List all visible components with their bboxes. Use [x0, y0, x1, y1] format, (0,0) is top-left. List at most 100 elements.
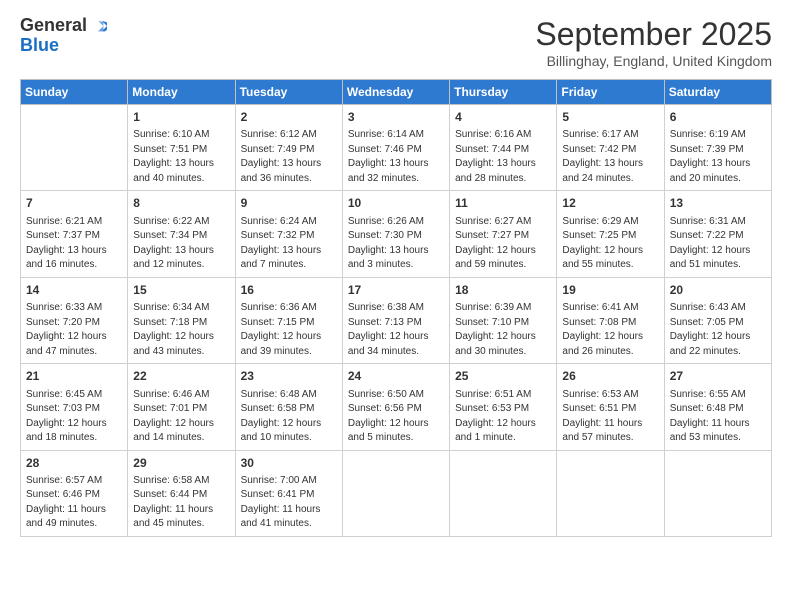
calendar-cell: 30Sunrise: 7:00 AMSunset: 6:41 PMDayligh…: [235, 450, 342, 536]
cell-info: Sunset: 7:15 PM: [241, 316, 337, 331]
day-number: 1: [133, 109, 229, 126]
cell-info: Sunrise: 6:24 AM: [241, 215, 337, 230]
col-thursday: Thursday: [450, 80, 557, 105]
calendar-cell: 12Sunrise: 6:29 AMSunset: 7:25 PMDayligh…: [557, 191, 664, 277]
col-tuesday: Tuesday: [235, 80, 342, 105]
cell-info: and 7 minutes.: [241, 258, 337, 273]
cell-info: Sunrise: 6:19 AM: [670, 128, 766, 143]
cell-info: and 16 minutes.: [26, 258, 122, 273]
day-number: 24: [348, 368, 444, 385]
cell-info: Daylight: 13 hours: [241, 157, 337, 172]
cell-info: Sunrise: 6:38 AM: [348, 301, 444, 316]
cell-info: and 28 minutes.: [455, 172, 551, 187]
cell-info: Sunrise: 6:48 AM: [241, 388, 337, 403]
cell-info: and 22 minutes.: [670, 345, 766, 360]
col-wednesday: Wednesday: [342, 80, 449, 105]
cell-info: Sunrise: 6:10 AM: [133, 128, 229, 143]
cell-info: Sunset: 7:25 PM: [562, 229, 658, 244]
day-number: 27: [670, 368, 766, 385]
calendar-cell: 8Sunrise: 6:22 AMSunset: 7:34 PMDaylight…: [128, 191, 235, 277]
day-number: 8: [133, 195, 229, 212]
calendar-cell: 26Sunrise: 6:53 AMSunset: 6:51 PMDayligh…: [557, 364, 664, 450]
cell-info: Sunrise: 6:21 AM: [26, 215, 122, 230]
cell-info: and 18 minutes.: [26, 431, 122, 446]
calendar-cell: 1Sunrise: 6:10 AMSunset: 7:51 PMDaylight…: [128, 105, 235, 191]
cell-info: Sunrise: 7:00 AM: [241, 474, 337, 489]
calendar-cell: 28Sunrise: 6:57 AMSunset: 6:46 PMDayligh…: [21, 450, 128, 536]
cell-info: Daylight: 11 hours: [562, 417, 658, 432]
day-number: 7: [26, 195, 122, 212]
day-number: 18: [455, 282, 551, 299]
day-number: 3: [348, 109, 444, 126]
cell-info: Sunrise: 6:51 AM: [455, 388, 551, 403]
cell-info: and 40 minutes.: [133, 172, 229, 187]
cell-info: Daylight: 13 hours: [133, 244, 229, 259]
cell-info: Sunrise: 6:33 AM: [26, 301, 122, 316]
cell-info: Daylight: 12 hours: [670, 330, 766, 345]
cell-info: Sunrise: 6:36 AM: [241, 301, 337, 316]
calendar-cell: 20Sunrise: 6:43 AMSunset: 7:05 PMDayligh…: [664, 277, 771, 363]
day-number: 26: [562, 368, 658, 385]
cell-info: Daylight: 11 hours: [670, 417, 766, 432]
calendar-cell: 18 Sunrise: 6:39 AMSunset: 7:10 PMDayligh…: [450, 277, 557, 363]
day-number: 25: [455, 368, 551, 385]
cell-info: Daylight: 12 hours: [26, 330, 122, 345]
cell-info: Sunset: 7:10 PM: [455, 316, 551, 331]
cell-info: Daylight: 12 hours: [455, 330, 551, 345]
cell-info: and 3 minutes.: [348, 258, 444, 273]
calendar-cell: 2Sunrise: 6:12 AMSunset: 7:49 PMDaylight…: [235, 105, 342, 191]
calendar-cell: 19Sunrise: 6:41 AMSunset: 7:08 PMDayligh…: [557, 277, 664, 363]
day-number: 10: [348, 195, 444, 212]
cell-info: and 12 minutes.: [133, 258, 229, 273]
month-title: September 2025: [535, 16, 772, 53]
cell-info: and 32 minutes.: [348, 172, 444, 187]
calendar-week-4: 21Sunrise: 6:45 AMSunset: 7:03 PMDayligh…: [21, 364, 772, 450]
col-friday: Friday: [557, 80, 664, 105]
cell-info: and 36 minutes.: [241, 172, 337, 187]
calendar-table: Sunday Monday Tuesday Wednesday Thursday…: [20, 79, 772, 537]
cell-info: and 24 minutes.: [562, 172, 658, 187]
calendar-cell: 13Sunrise: 6:31 AMSunset: 7:22 PMDayligh…: [664, 191, 771, 277]
cell-info: Sunrise: 6:12 AM: [241, 128, 337, 143]
cell-info: Daylight: 13 hours: [562, 157, 658, 172]
cell-info: and 34 minutes.: [348, 345, 444, 360]
day-number: 28: [26, 455, 122, 472]
cell-info: Sunrise: 6:31 AM: [670, 215, 766, 230]
cell-info: and 59 minutes.: [455, 258, 551, 273]
calendar-cell: 24Sunrise: 6:50 AMSunset: 6:56 PMDayligh…: [342, 364, 449, 450]
cell-info: Daylight: 12 hours: [455, 244, 551, 259]
cell-info: Sunrise: 6:16 AM: [455, 128, 551, 143]
calendar-week-2: 7Sunrise: 6:21 AMSunset: 7:37 PMDaylight…: [21, 191, 772, 277]
calendar-week-1: 1Sunrise: 6:10 AMSunset: 7:51 PMDaylight…: [21, 105, 772, 191]
day-number: 11: [455, 195, 551, 212]
day-number: 6: [670, 109, 766, 126]
calendar-cell: 9Sunrise: 6:24 AMSunset: 7:32 PMDaylight…: [235, 191, 342, 277]
cell-info: Sunset: 7:30 PM: [348, 229, 444, 244]
calendar-cell: 4Sunrise: 6:16 AMSunset: 7:44 PMDaylight…: [450, 105, 557, 191]
day-number: 2: [241, 109, 337, 126]
cell-info: and 39 minutes.: [241, 345, 337, 360]
calendar-cell: [557, 450, 664, 536]
cell-info: Sunset: 7:18 PM: [133, 316, 229, 331]
cell-info: and 10 minutes.: [241, 431, 337, 446]
cell-info: and 47 minutes.: [26, 345, 122, 360]
calendar-cell: [21, 105, 128, 191]
cell-info: Daylight: 12 hours: [348, 417, 444, 432]
cell-info: Sunrise: 6:46 AM: [133, 388, 229, 403]
cell-info: Daylight: 12 hours: [348, 330, 444, 345]
cell-info: Daylight: 12 hours: [241, 417, 337, 432]
cell-info: Sunrise: 6:17 AM: [562, 128, 658, 143]
day-number: 12: [562, 195, 658, 212]
cell-info: Sunset: 7:03 PM: [26, 402, 122, 417]
calendar-cell: 10Sunrise: 6:26 AMSunset: 7:30 PMDayligh…: [342, 191, 449, 277]
calendar-cell: 25Sunrise: 6:51 AMSunset: 6:53 PMDayligh…: [450, 364, 557, 450]
calendar-cell: 22Sunrise: 6:46 AMSunset: 7:01 PMDayligh…: [128, 364, 235, 450]
day-number: 9: [241, 195, 337, 212]
cell-info: Sunset: 7:01 PM: [133, 402, 229, 417]
cell-info: Sunrise: 6:39 AM: [455, 301, 551, 316]
cell-info: Sunset: 7:34 PM: [133, 229, 229, 244]
calendar-cell: [450, 450, 557, 536]
cell-info: Sunrise: 6:57 AM: [26, 474, 122, 489]
cell-info: and 45 minutes.: [133, 517, 229, 532]
cell-info: Sunset: 7:42 PM: [562, 143, 658, 158]
